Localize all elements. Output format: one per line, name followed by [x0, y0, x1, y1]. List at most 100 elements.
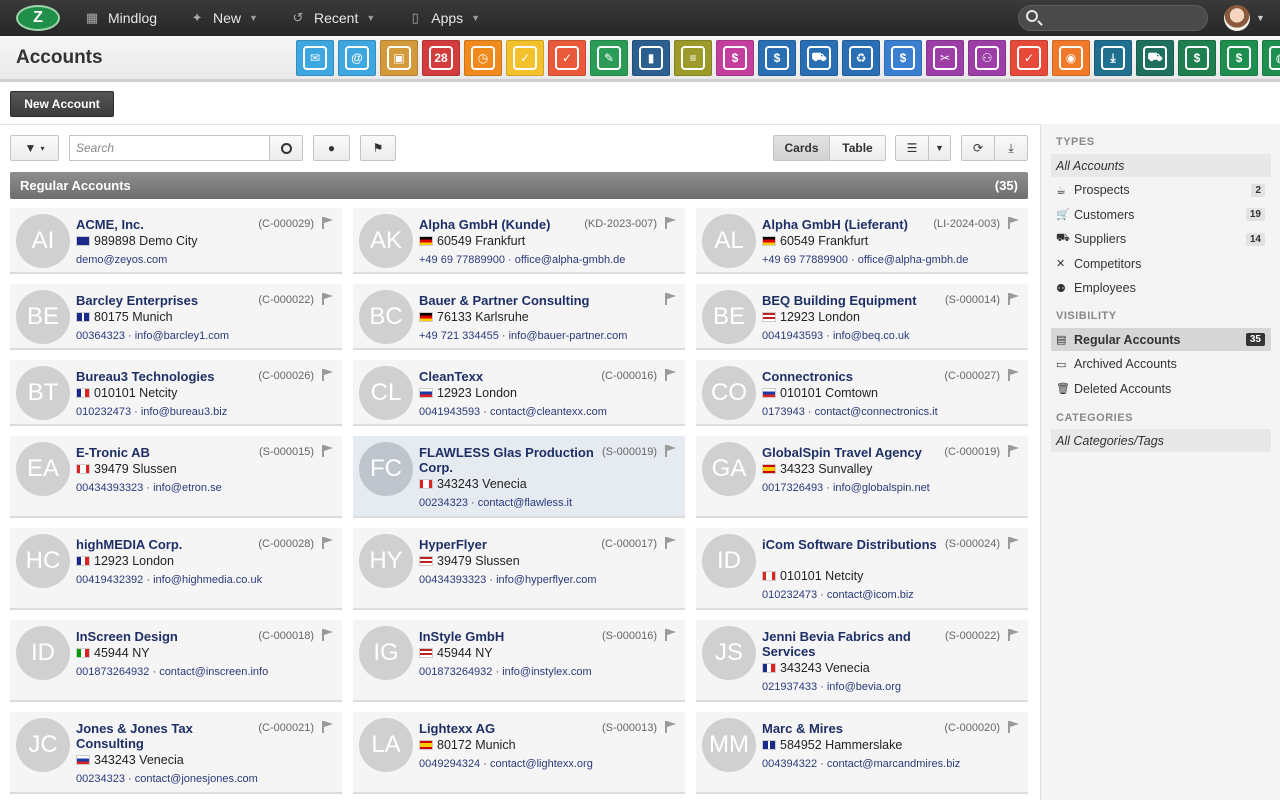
- billing-app-icon[interactable]: $: [1178, 40, 1216, 76]
- account-contact[interactable]: 004394322 · contact@marcandmires.biz: [762, 758, 960, 770]
- chevron-down-icon[interactable]: ▼: [1256, 13, 1265, 23]
- sales-app-icon[interactable]: $: [716, 40, 754, 76]
- email-app-icon[interactable]: @: [338, 40, 376, 76]
- account-name[interactable]: CleanTexx: [419, 369, 597, 384]
- flag-icon[interactable]: [322, 293, 333, 305]
- timer-app-icon[interactable]: ◷: [464, 40, 502, 76]
- finance-app-icon[interactable]: $: [758, 40, 796, 76]
- account-card[interactable]: HC highMEDIA Corp. (C-000028) 12923 London 0…: [10, 528, 342, 610]
- shop-app-icon[interactable]: ⛟: [1136, 40, 1174, 76]
- account-card[interactable]: BE Barcley Enterprises (C-000022) 80175 Mun…: [10, 284, 342, 350]
- account-card[interactable]: CO Connectronics (C-000027) 010101 Comtown 0…: [696, 360, 1028, 426]
- broadcast-app-icon[interactable]: ◉: [1052, 40, 1090, 76]
- sidebar-item-all-accounts[interactable]: All Accounts: [1051, 154, 1271, 177]
- flag-icon[interactable]: [322, 537, 333, 549]
- account-contact[interactable]: 00234323 · contact@jonesjones.com: [76, 773, 258, 785]
- sidebar-item-competitors[interactable]: ✕ Competitors: [1051, 252, 1271, 275]
- pricing-app-icon[interactable]: $: [1220, 40, 1258, 76]
- account-contact[interactable]: 00364323 · info@barcley1.com: [76, 330, 229, 342]
- account-name[interactable]: InScreen Design: [76, 629, 254, 644]
- payments-app-icon[interactable]: $: [884, 40, 922, 76]
- documents-app-icon[interactable]: ≡: [674, 40, 712, 76]
- account-name[interactable]: HyperFlyer: [419, 537, 597, 552]
- campaigns-app-icon[interactable]: ✂: [926, 40, 964, 76]
- projects-app-icon[interactable]: ✓: [548, 40, 586, 76]
- account-name[interactable]: Bureau3 Technologies: [76, 369, 254, 384]
- account-card[interactable]: JC Jones & Jones Tax Consulting (C-000021)…: [10, 712, 342, 794]
- account-contact[interactable]: 021937433 · info@bevia.org: [762, 681, 901, 693]
- account-contact[interactable]: +49 69 77889900 · office@alpha-gmbh.de: [762, 254, 968, 266]
- account-name[interactable]: GlobalSpin Travel Agency: [762, 445, 940, 460]
- account-name[interactable]: E-Tronic AB: [76, 445, 254, 460]
- deals-app-icon[interactable]: ⚇: [968, 40, 1006, 76]
- account-card[interactable]: IG InStyle GmbH (S-000016) 45944 NY 00187326…: [353, 620, 685, 702]
- flag-icon[interactable]: [322, 721, 333, 733]
- flag-icon[interactable]: [1008, 721, 1019, 733]
- list-options-button[interactable]: ☰: [895, 135, 929, 161]
- account-name[interactable]: Lightexx AG: [419, 721, 597, 736]
- flag-icon[interactable]: [665, 217, 676, 229]
- account-contact[interactable]: 0173943 · contact@connectronics.it: [762, 406, 938, 418]
- account-name[interactable]: Marc & Mires: [762, 721, 940, 736]
- account-name[interactable]: highMEDIA Corp.: [76, 537, 254, 552]
- nav-recent[interactable]: ↺ Recent ▼: [274, 0, 391, 36]
- account-card[interactable]: JS Jenni Bevia Fabrics and Services (S-000…: [696, 620, 1028, 702]
- search-button[interactable]: [269, 135, 303, 161]
- messages-app-icon[interactable]: ✉: [296, 40, 334, 76]
- account-contact[interactable]: 001873264932 · info@instylex.com: [419, 666, 592, 678]
- account-contact[interactable]: 001873264932 · contact@inscreen.info: [76, 666, 268, 678]
- flag-icon[interactable]: [1008, 293, 1019, 305]
- account-name[interactable]: BEQ Building Equipment: [762, 293, 940, 308]
- account-card[interactable]: AI ACME, Inc. (C-000029) 989898 Demo City de…: [10, 208, 342, 274]
- account-name[interactable]: Barcley Enterprises: [76, 293, 254, 308]
- view-table-button[interactable]: Table: [829, 135, 886, 161]
- nav-new[interactable]: ✦ New ▼: [173, 0, 274, 36]
- flag-filter-button[interactable]: ⚑: [360, 135, 396, 161]
- flag-icon[interactable]: [1008, 445, 1019, 457]
- account-contact[interactable]: 010232473 · info@bureau3.biz: [76, 406, 227, 418]
- contacts-app-icon[interactable]: ▣: [380, 40, 418, 76]
- account-card[interactable]: GA GlobalSpin Travel Agency (C-000019) 3432…: [696, 436, 1028, 518]
- account-name[interactable]: FLAWLESS Glas Production Corp.: [419, 445, 597, 475]
- filter-dropdown-button[interactable]: ▼ ▾: [10, 135, 59, 161]
- flag-icon[interactable]: [1008, 537, 1019, 549]
- account-contact[interactable]: 0041943593 · contact@cleantexx.com: [419, 406, 607, 418]
- account-name[interactable]: Alpha GmbH (Kunde): [419, 217, 597, 232]
- account-card[interactable]: ID InScreen Design (C-000018) 45944 NY 00187…: [10, 620, 342, 702]
- database-app-icon[interactable]: ◍: [1262, 40, 1280, 76]
- sidebar-item-regular-accounts[interactable]: ▤ Regular Accounts 35: [1051, 328, 1271, 351]
- support-app-icon[interactable]: ♻: [842, 40, 880, 76]
- contracts-app-icon[interactable]: ✓: [1010, 40, 1048, 76]
- account-contact[interactable]: 00234323 · contact@flawless.it: [419, 497, 572, 509]
- sidebar-item-customers[interactable]: 🛒 Customers 19: [1051, 203, 1271, 226]
- account-contact[interactable]: +49 721 334455 · info@bauer-partner.com: [419, 330, 627, 342]
- flag-icon[interactable]: [322, 445, 333, 457]
- account-name[interactable]: iCom Software Distributions: [762, 537, 940, 552]
- account-card[interactable]: HY HyperFlyer (C-000017) 39479 Slussen 00434…: [353, 528, 685, 610]
- account-card[interactable]: AK Alpha GmbH (Kunde) (KD-2023-007) 60549 F…: [353, 208, 685, 274]
- sidebar-item-deleted-accounts[interactable]: 🗑 Deleted Accounts: [1051, 377, 1271, 400]
- account-contact[interactable]: 0041943593 · info@beq.co.uk: [762, 330, 910, 342]
- download-button[interactable]: ⤓: [994, 135, 1028, 161]
- flag-icon[interactable]: [665, 721, 676, 733]
- bookmarks-app-icon[interactable]: ▮: [632, 40, 670, 76]
- account-card[interactable]: AL Alpha GmbH (Lieferant) (LI-2024-003) 605…: [696, 208, 1028, 274]
- account-contact[interactable]: 00419432392 · info@highmedia.co.uk: [76, 574, 262, 586]
- downloads-app-icon[interactable]: ⤓: [1094, 40, 1132, 76]
- account-contact[interactable]: +49 69 77889900 · office@alpha-gmbh.de: [419, 254, 625, 266]
- account-name[interactable]: Connectronics: [762, 369, 940, 384]
- sidebar-item-prospects[interactable]: ☕ Prospects 2: [1051, 179, 1271, 202]
- flag-icon[interactable]: [665, 369, 676, 381]
- account-contact[interactable]: demo@zeyos.com: [76, 254, 167, 266]
- search-input[interactable]: [69, 135, 270, 161]
- user-avatar[interactable]: [1224, 5, 1250, 31]
- account-name[interactable]: ACME, Inc.: [76, 217, 254, 232]
- flag-icon[interactable]: [665, 293, 676, 305]
- account-name[interactable]: Jones & Jones Tax Consulting: [76, 721, 254, 751]
- account-card[interactable]: CL CleanTexx (C-000016) 12923 London 0041943…: [353, 360, 685, 426]
- account-card[interactable]: FC FLAWLESS Glas Production Corp. (S-00001…: [353, 436, 685, 518]
- sidebar-item-suppliers[interactable]: ⛟ Suppliers 14: [1051, 228, 1271, 251]
- flag-icon[interactable]: [322, 217, 333, 229]
- list-options-dropdown[interactable]: ▼: [928, 135, 951, 161]
- account-card[interactable]: BE BEQ Building Equipment (S-000014) 12923 …: [696, 284, 1028, 350]
